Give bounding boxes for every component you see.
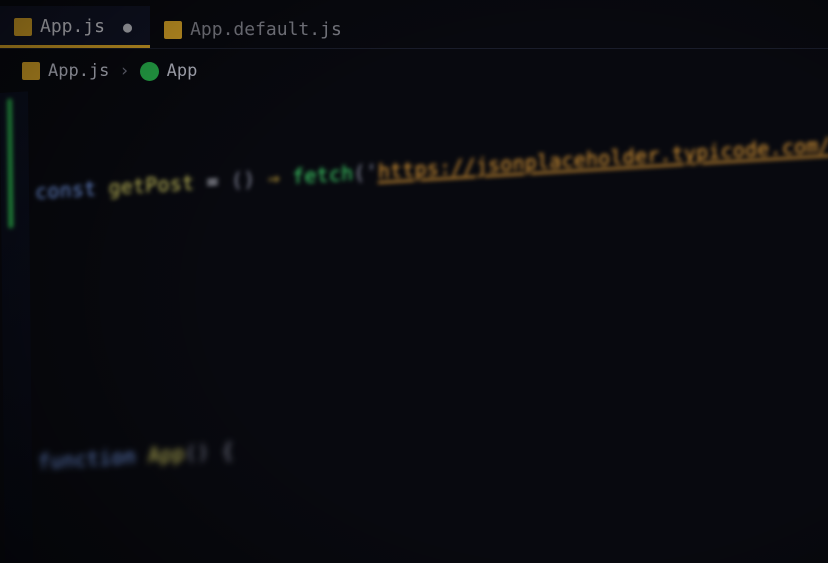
- chevron-right-icon: ›: [119, 61, 129, 81]
- tab-bar: App.js ● App.default.js: [0, 0, 828, 48]
- tab-label: App.js: [40, 16, 105, 37]
- git-change-indicator: [7, 98, 13, 228]
- breadcrumb-file[interactable]: App.js: [22, 61, 109, 81]
- code-editor[interactable]: const getPost = () ⇒ fetch('https://json…: [0, 44, 828, 563]
- code-line: const [post, updatePosts] = useState(nul…: [39, 550, 828, 563]
- js-file-icon: [164, 21, 182, 39]
- tab-app-js[interactable]: App.js ●: [0, 6, 150, 48]
- js-file-icon: [22, 62, 40, 80]
- blank-line: [36, 250, 828, 327]
- editor-gutter: [0, 91, 33, 562]
- breadcrumb-file-label: App.js: [48, 61, 109, 81]
- code-lines: const getPost = () ⇒ fetch('https://json…: [34, 40, 828, 563]
- js-file-icon: [14, 18, 32, 36]
- code-line: function App() {: [38, 400, 828, 477]
- code-line: const getPost = () ⇒ fetch('https://json…: [35, 130, 828, 207]
- tab-label: App.default.js: [190, 19, 342, 40]
- function-icon: [140, 62, 159, 81]
- tab-app-default-js[interactable]: App.default.js: [150, 9, 360, 48]
- close-icon[interactable]: ●: [123, 18, 132, 36]
